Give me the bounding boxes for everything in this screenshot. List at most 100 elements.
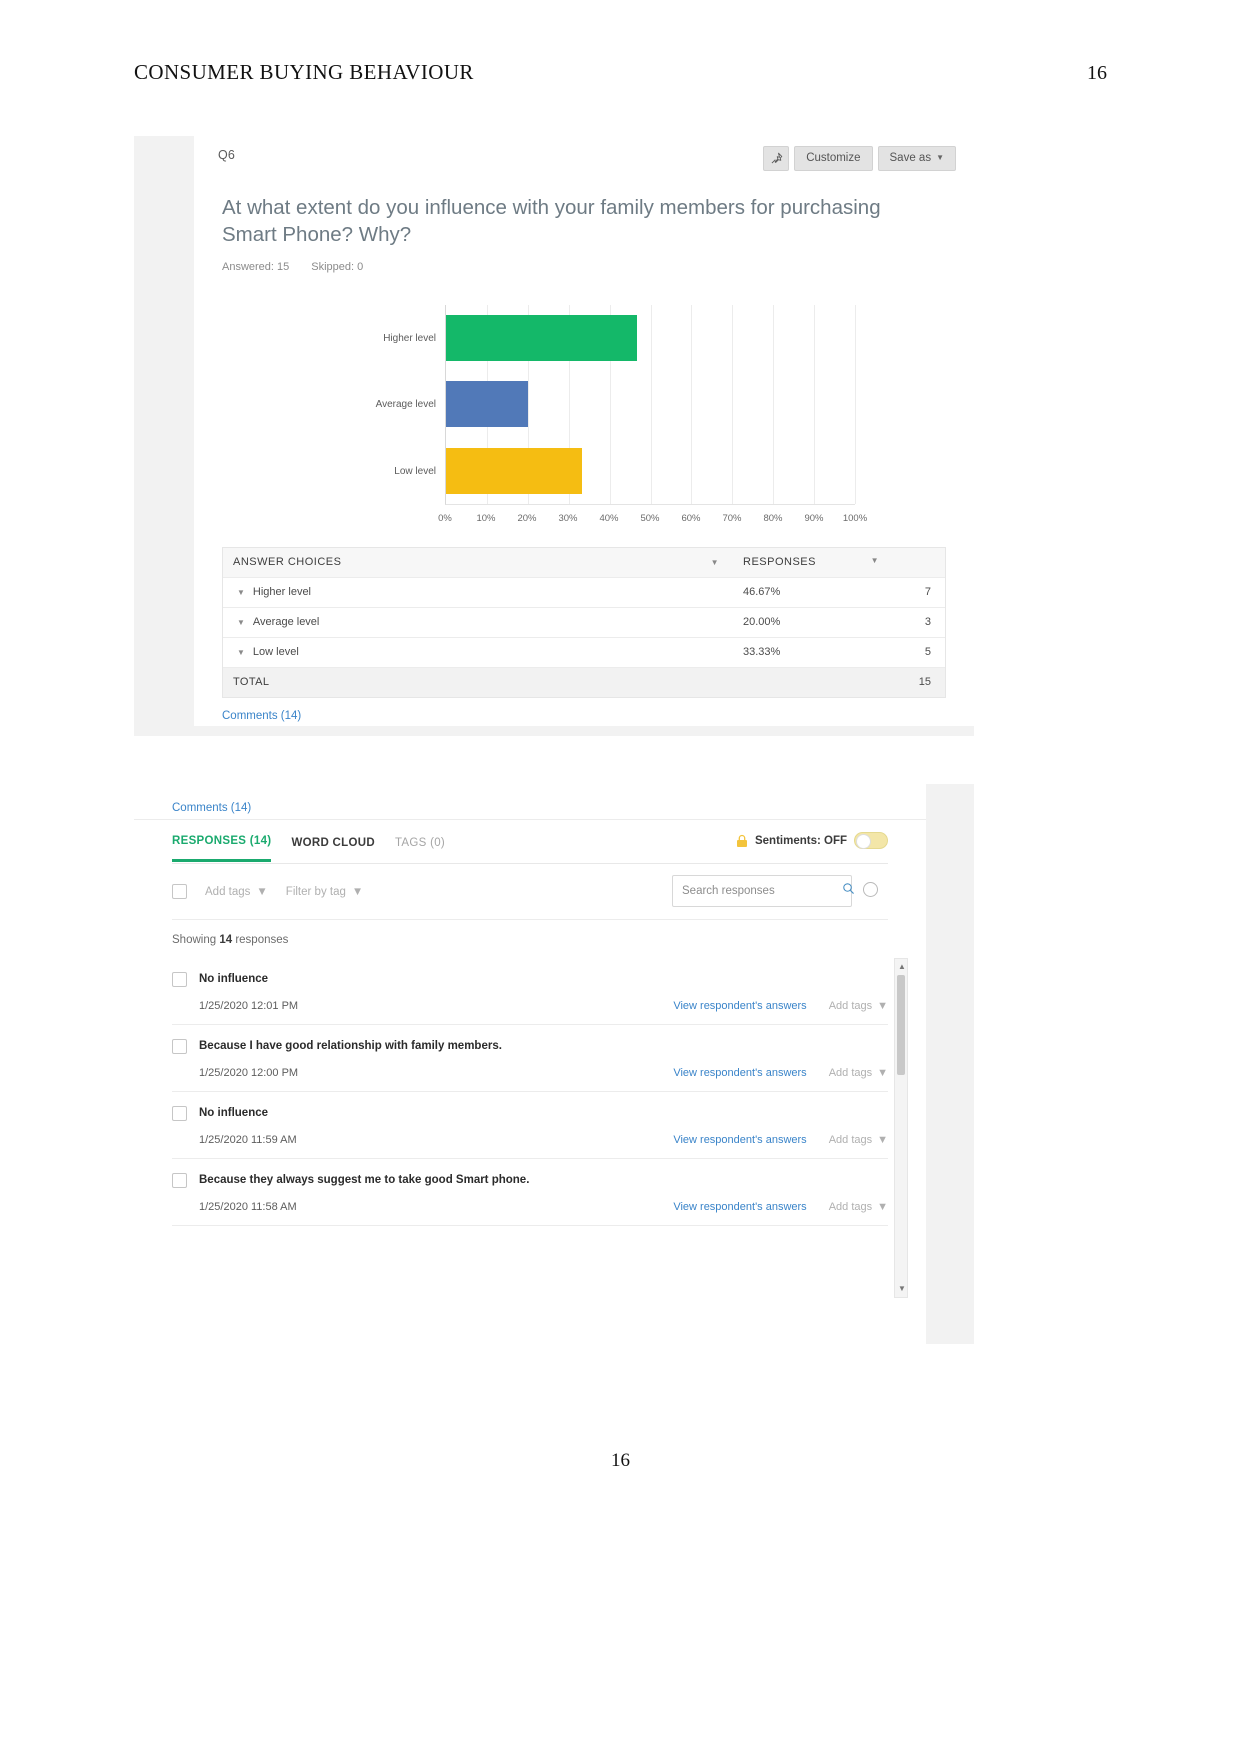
- pin-button[interactable]: [763, 146, 790, 171]
- chart-bar-low-level: [446, 447, 583, 494]
- add-tags-label: Add tags: [205, 885, 251, 898]
- response-count: 7: [924, 586, 931, 599]
- row-add-tags-dropdown[interactable]: Add tags ▼: [829, 1067, 888, 1079]
- row-add-tags-dropdown[interactable]: Add tags ▼: [829, 1201, 888, 1213]
- tab-responses[interactable]: RESPONSES (14): [172, 821, 272, 862]
- response-checkbox[interactable]: [172, 972, 187, 987]
- filter-by-tag-label: Filter by tag: [285, 885, 346, 898]
- chevron-down-icon: ▼: [256, 885, 268, 898]
- chart-bar-average-level: [446, 381, 528, 428]
- filter-by-tag-dropdown[interactable]: Filter by tag ▼: [286, 886, 363, 898]
- chevron-down-icon: ▼: [877, 1134, 888, 1146]
- response-date: 1/25/2020 11:59 AM: [199, 1134, 297, 1146]
- response-percent: 20.00%: [743, 616, 781, 629]
- survey-summary-screenshot: Q6 Customize Save as ▼ At what extent do…: [134, 136, 974, 736]
- customize-button[interactable]: Customize: [794, 146, 873, 171]
- showing-count-text: Showing 14 responses: [172, 934, 926, 946]
- answer-choice-label: Higher level: [252, 586, 312, 599]
- save-as-button[interactable]: Save as ▼: [877, 146, 956, 171]
- chart-x-tick-label: 70%: [722, 512, 742, 524]
- chart-x-tick-label: 90%: [804, 512, 824, 524]
- scroll-up-arrow[interactable]: ▲: [895, 960, 909, 974]
- expand-caret-icon[interactable]: ▼: [237, 648, 245, 657]
- table-row: ▼ Average level 20.00% 3: [223, 608, 945, 638]
- bar-chart: Higher level Average level Low level 0% 1…: [194, 291, 974, 531]
- search-icon[interactable]: [842, 882, 855, 900]
- pin-icon: [770, 152, 783, 165]
- answer-choice-label: Average level: [252, 616, 320, 629]
- expand-caret-icon[interactable]: ▼: [237, 618, 245, 627]
- row-add-tags-label: Add tags: [828, 1000, 873, 1012]
- view-respondent-answers-link[interactable]: View respondent's answers: [673, 1000, 806, 1012]
- help-icon[interactable]: help-icon: [863, 882, 878, 897]
- column-header-answer-choices: ANSWER CHOICES: [233, 556, 342, 569]
- running-head: CONSUMER BUYING BEHAVIOUR 16: [134, 60, 1107, 85]
- select-all-checkbox[interactable]: [172, 884, 187, 899]
- row-add-tags-dropdown[interactable]: Add tags ▼: [829, 1000, 888, 1012]
- tab-word-cloud[interactable]: WORD CLOUD: [291, 823, 375, 861]
- response-text: No influence: [199, 1107, 269, 1119]
- chevron-down-icon: ▼: [351, 885, 364, 898]
- answer-choice-label: Low level: [252, 646, 299, 659]
- add-tags-dropdown[interactable]: Add tags ▼: [205, 886, 268, 898]
- total-label: TOTAL: [233, 676, 270, 689]
- comments-link[interactable]: Comments (14): [222, 710, 946, 722]
- list-item: Because they always suggest me to take g…: [172, 1159, 888, 1226]
- sort-caret-icon[interactable]: ▼: [871, 556, 879, 565]
- response-text: Because they always suggest me to take g…: [199, 1174, 530, 1186]
- response-checkbox[interactable]: [172, 1173, 187, 1188]
- list-item: Because I have good relationship with fa…: [172, 1025, 888, 1092]
- response-percent: 33.33%: [743, 646, 781, 659]
- chart-x-tick-label: 30%: [558, 512, 578, 524]
- chart-x-tick-label: 50%: [640, 512, 660, 524]
- response-date: 1/25/2020 11:58 AM: [199, 1201, 297, 1213]
- page-number-top: 16: [1087, 62, 1107, 84]
- table-row: ▼ Higher level 46.67% 7: [223, 578, 945, 608]
- table-header-row: ANSWER CHOICES ▼ RESPONSES ▼: [223, 547, 945, 578]
- comments-filter-row: Add tags ▼ Filter by tag ▼ Search respon…: [172, 864, 888, 920]
- answered-count: Answered: 15: [222, 260, 290, 273]
- document-title: CONSUMER BUYING BEHAVIOUR: [134, 60, 474, 84]
- table-total-row: TOTAL 15: [223, 667, 945, 698]
- responses-list: No influence 1/25/2020 12:01 PM View res…: [172, 958, 908, 1298]
- list-item: No influence 1/25/2020 11:59 AM View res…: [172, 1092, 888, 1159]
- tab-tags[interactable]: TAGS (0): [395, 823, 445, 861]
- sort-caret-icon[interactable]: ▼: [711, 558, 719, 567]
- row-add-tags-dropdown[interactable]: Add tags ▼: [829, 1134, 888, 1146]
- scroll-thumb[interactable]: [897, 975, 905, 1075]
- view-respondent-answers-link[interactable]: View respondent's answers: [673, 1134, 806, 1146]
- chart-x-tick-label: 60%: [681, 512, 701, 524]
- question-meta: Answered: 15 Skipped: 0: [222, 261, 946, 273]
- response-checkbox[interactable]: [172, 1039, 187, 1054]
- column-header-responses: RESPONSES: [743, 556, 816, 569]
- chevron-down-icon: ▼: [877, 1000, 888, 1012]
- response-checkbox[interactable]: [172, 1106, 187, 1121]
- view-respondent-answers-link[interactable]: View respondent's answers: [673, 1201, 806, 1213]
- lock-icon: [736, 834, 748, 848]
- chevron-down-icon: ▼: [936, 153, 944, 163]
- search-responses-box[interactable]: [672, 875, 855, 907]
- table-row: ▼ Low level 33.33% 5: [223, 638, 945, 668]
- response-count: 5: [924, 646, 931, 659]
- chart-x-tick-label: 40%: [599, 512, 619, 524]
- chevron-down-icon: ▼: [877, 1067, 888, 1079]
- sentiments-label: Sentiments: OFF: [754, 834, 847, 847]
- sentiments-control[interactable]: Sentiments: OFF: [736, 832, 888, 849]
- chart-x-axis: 0% 10% 20% 30% 40% 50% 60% 70% 80% 90% 100%: [438, 512, 867, 531]
- response-percent: 46.67%: [743, 586, 781, 599]
- responses-scrollbar[interactable]: ▲ ▼: [894, 958, 908, 1298]
- sentiments-toggle[interactable]: [854, 832, 888, 849]
- save-as-label: Save as: [889, 152, 932, 165]
- response-count: 3: [924, 616, 931, 629]
- scroll-down-arrow[interactable]: ▼: [895, 1282, 909, 1296]
- search-input[interactable]: [682, 885, 836, 897]
- comments-tabs: RESPONSES (14) WORD CLOUD TAGS (0) Senti…: [172, 820, 888, 864]
- question-title: At what extent do you influence with you…: [222, 196, 881, 247]
- comments-screenshot: Comments (14) RESPONSES (14) WORD CLOUD …: [134, 784, 974, 1344]
- chevron-down-icon: ▼: [877, 1201, 888, 1213]
- expand-caret-icon[interactable]: ▼: [237, 588, 245, 597]
- comments-link[interactable]: Comments (14): [172, 802, 251, 814]
- response-date: 1/25/2020 12:00 PM: [199, 1067, 299, 1079]
- chart-plot-area: [445, 304, 856, 505]
- view-respondent-answers-link[interactable]: View respondent's answers: [673, 1067, 806, 1079]
